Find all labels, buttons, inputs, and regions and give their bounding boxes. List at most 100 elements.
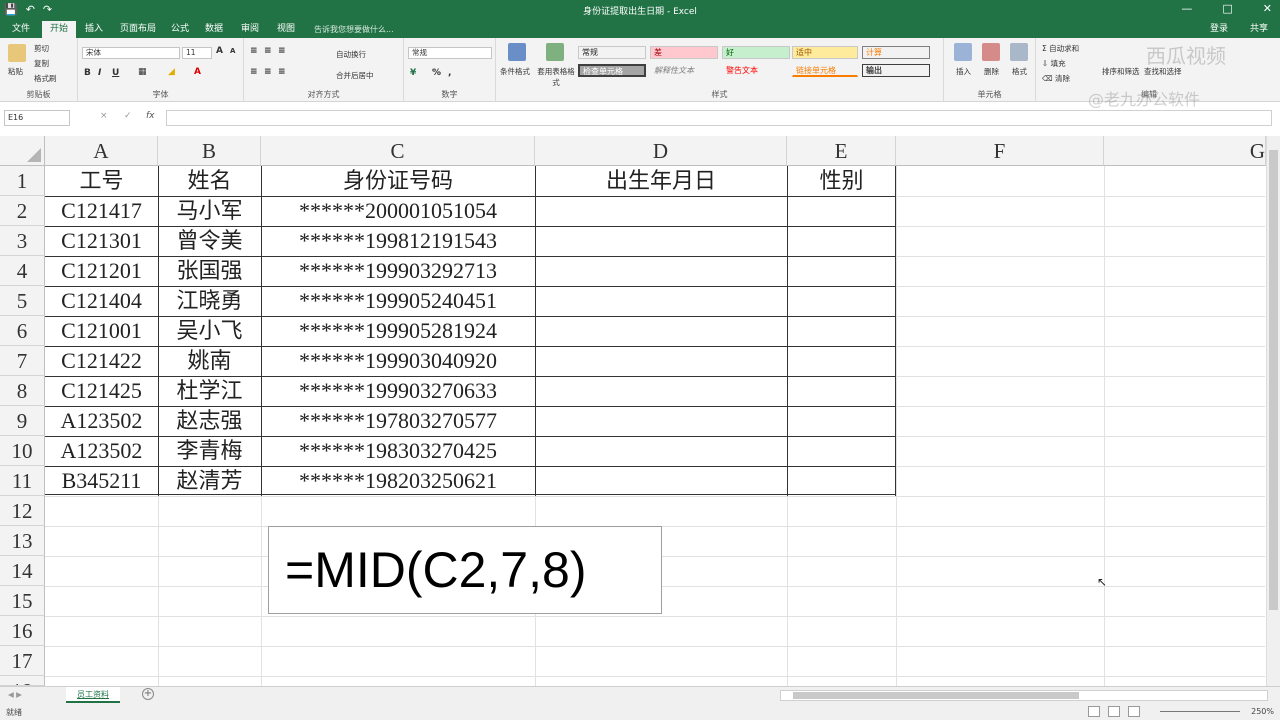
delete-button[interactable]: 删除	[984, 66, 999, 77]
tab-data[interactable]: 数据	[200, 21, 228, 38]
cell-c8[interactable]: ******199903270633	[261, 376, 535, 406]
row-header-16[interactable]: 16	[0, 616, 45, 646]
cell-a11[interactable]: B345211	[45, 466, 158, 496]
row-header-12[interactable]: 12	[0, 496, 45, 526]
row-header-3[interactable]: 3	[0, 226, 45, 256]
format-painter-button[interactable]: 格式刷	[34, 73, 57, 84]
cell-c3[interactable]: ******199812191543	[261, 226, 535, 256]
wrap-text-button[interactable]: 自动换行	[336, 49, 366, 60]
insert-function-icon[interactable]: fx	[146, 111, 155, 121]
cell-b9[interactable]: 赵志强	[158, 406, 261, 436]
page-break-view-icon[interactable]	[1128, 706, 1140, 717]
comma-icon[interactable]: ,	[448, 68, 451, 78]
cancel-icon[interactable]: ×	[100, 111, 108, 121]
italic-icon[interactable]: I	[98, 68, 101, 78]
cell-b7[interactable]: 姚南	[158, 346, 261, 376]
row-header-13[interactable]: 13	[0, 526, 45, 556]
format-cells-icon[interactable]	[1010, 43, 1028, 61]
row-header-6[interactable]: 6	[0, 316, 45, 346]
style-check-cell[interactable]: 检查单元格	[578, 64, 646, 77]
select-all-corner[interactable]	[0, 136, 45, 166]
cell-c6[interactable]: ******199905281924	[261, 316, 535, 346]
row-header-15[interactable]: 15	[0, 586, 45, 616]
column-header-b[interactable]: B	[158, 136, 261, 166]
style-neutral[interactable]: 适中	[792, 46, 858, 59]
sign-in-link[interactable]: 登录	[1210, 21, 1228, 38]
row-header-18[interactable]: 18	[0, 676, 45, 686]
tab-formulas[interactable]: 公式	[166, 21, 194, 38]
cell-b4[interactable]: 张国强	[158, 256, 261, 286]
cell-a5[interactable]: C121404	[45, 286, 158, 316]
format-button[interactable]: 格式	[1012, 66, 1027, 77]
style-good[interactable]: 好	[722, 46, 790, 59]
paste-icon[interactable]	[8, 44, 26, 62]
cell-a6[interactable]: C121001	[45, 316, 158, 346]
cell-a10[interactable]: A123502	[45, 436, 158, 466]
cell-e1[interactable]: 性别	[787, 166, 896, 196]
tab-file[interactable]: 文件	[6, 21, 36, 38]
minimize-icon[interactable]: —	[1181, 2, 1192, 15]
column-header-c[interactable]: C	[261, 136, 535, 166]
cell-c1[interactable]: 身份证号码	[261, 166, 535, 196]
add-sheet-icon[interactable]: +	[142, 688, 154, 700]
clear-button[interactable]: ⌫ 清除	[1042, 73, 1070, 84]
border-icon[interactable]: ▦	[138, 67, 147, 77]
align-top-icon[interactable]: ≡	[250, 46, 258, 56]
row-header-8[interactable]: 8	[0, 376, 45, 406]
cell-a1[interactable]: 工号	[45, 166, 158, 196]
formula-input[interactable]	[166, 110, 1272, 126]
fill-color-icon[interactable]: ◢	[168, 67, 175, 77]
cell-b8[interactable]: 杜学江	[158, 376, 261, 406]
row-header-11[interactable]: 11	[0, 466, 45, 496]
cut-button[interactable]: 剪切	[34, 43, 49, 54]
enter-icon[interactable]: ✓	[124, 111, 132, 121]
row-header-7[interactable]: 7	[0, 346, 45, 376]
cell-a9[interactable]: A123502	[45, 406, 158, 436]
tell-me-box[interactable]: 告诉我您想要做什么...	[314, 21, 394, 38]
zoom-slider[interactable]	[1160, 711, 1240, 712]
tab-page-layout[interactable]: 页面布局	[116, 21, 160, 38]
autosum-button[interactable]: Σ 自动求和	[1042, 43, 1079, 54]
paste-button[interactable]: 粘贴	[8, 66, 23, 77]
scroll-thumb[interactable]	[1269, 150, 1278, 610]
close-icon[interactable]: ✕	[1263, 2, 1272, 15]
style-normal[interactable]: 常规	[578, 46, 646, 59]
fill-button[interactable]: ⇩ 填充	[1042, 58, 1066, 69]
style-explanatory[interactable]: 解释性文本	[650, 64, 718, 77]
row-header-14[interactable]: 14	[0, 556, 45, 586]
horizontal-scrollbar[interactable]	[780, 690, 1268, 701]
cell-c9[interactable]: ******197803270577	[261, 406, 535, 436]
underline-icon[interactable]: U	[112, 68, 119, 78]
align-left-icon[interactable]: ≡	[250, 67, 258, 77]
cell-c7[interactable]: ******199903040920	[261, 346, 535, 376]
column-header-f[interactable]: F	[896, 136, 1104, 166]
table-format-button[interactable]: 套用表格格式	[536, 66, 576, 88]
align-right-icon[interactable]: ≡	[278, 67, 286, 77]
font-size-select[interactable]: 11	[182, 47, 212, 59]
cell-a3[interactable]: C121301	[45, 226, 158, 256]
column-header-a[interactable]: A	[45, 136, 158, 166]
zoom-level[interactable]: 250%	[1251, 707, 1274, 716]
cell-c5[interactable]: ******199905240451	[261, 286, 535, 316]
cell-b11[interactable]: 赵清芳	[158, 466, 261, 496]
cell-b5[interactable]: 江晓勇	[158, 286, 261, 316]
scroll-thumb[interactable]	[793, 692, 1079, 699]
cell-c10[interactable]: ******198303270425	[261, 436, 535, 466]
cell-b6[interactable]: 吴小飞	[158, 316, 261, 346]
decrease-font-icon[interactable]: A	[230, 47, 235, 55]
conditional-format-button[interactable]: 条件格式	[500, 66, 530, 77]
align-bottom-icon[interactable]: ≡	[278, 46, 286, 56]
percent-icon[interactable]: %	[432, 68, 441, 78]
currency-icon[interactable]: ¥	[410, 68, 416, 78]
page-layout-view-icon[interactable]	[1108, 706, 1120, 717]
cell-a4[interactable]: C121201	[45, 256, 158, 286]
cell-a8[interactable]: C121425	[45, 376, 158, 406]
row-header-1[interactable]: 1	[0, 166, 45, 196]
cell-b10[interactable]: 李青梅	[158, 436, 261, 466]
row-header-5[interactable]: 5	[0, 286, 45, 316]
align-middle-icon[interactable]: ≡	[264, 46, 272, 56]
tab-home[interactable]: 开始	[42, 21, 76, 38]
row-header-17[interactable]: 17	[0, 646, 45, 676]
vertical-scrollbar[interactable]	[1266, 136, 1280, 686]
increase-font-icon[interactable]: A	[216, 46, 223, 56]
